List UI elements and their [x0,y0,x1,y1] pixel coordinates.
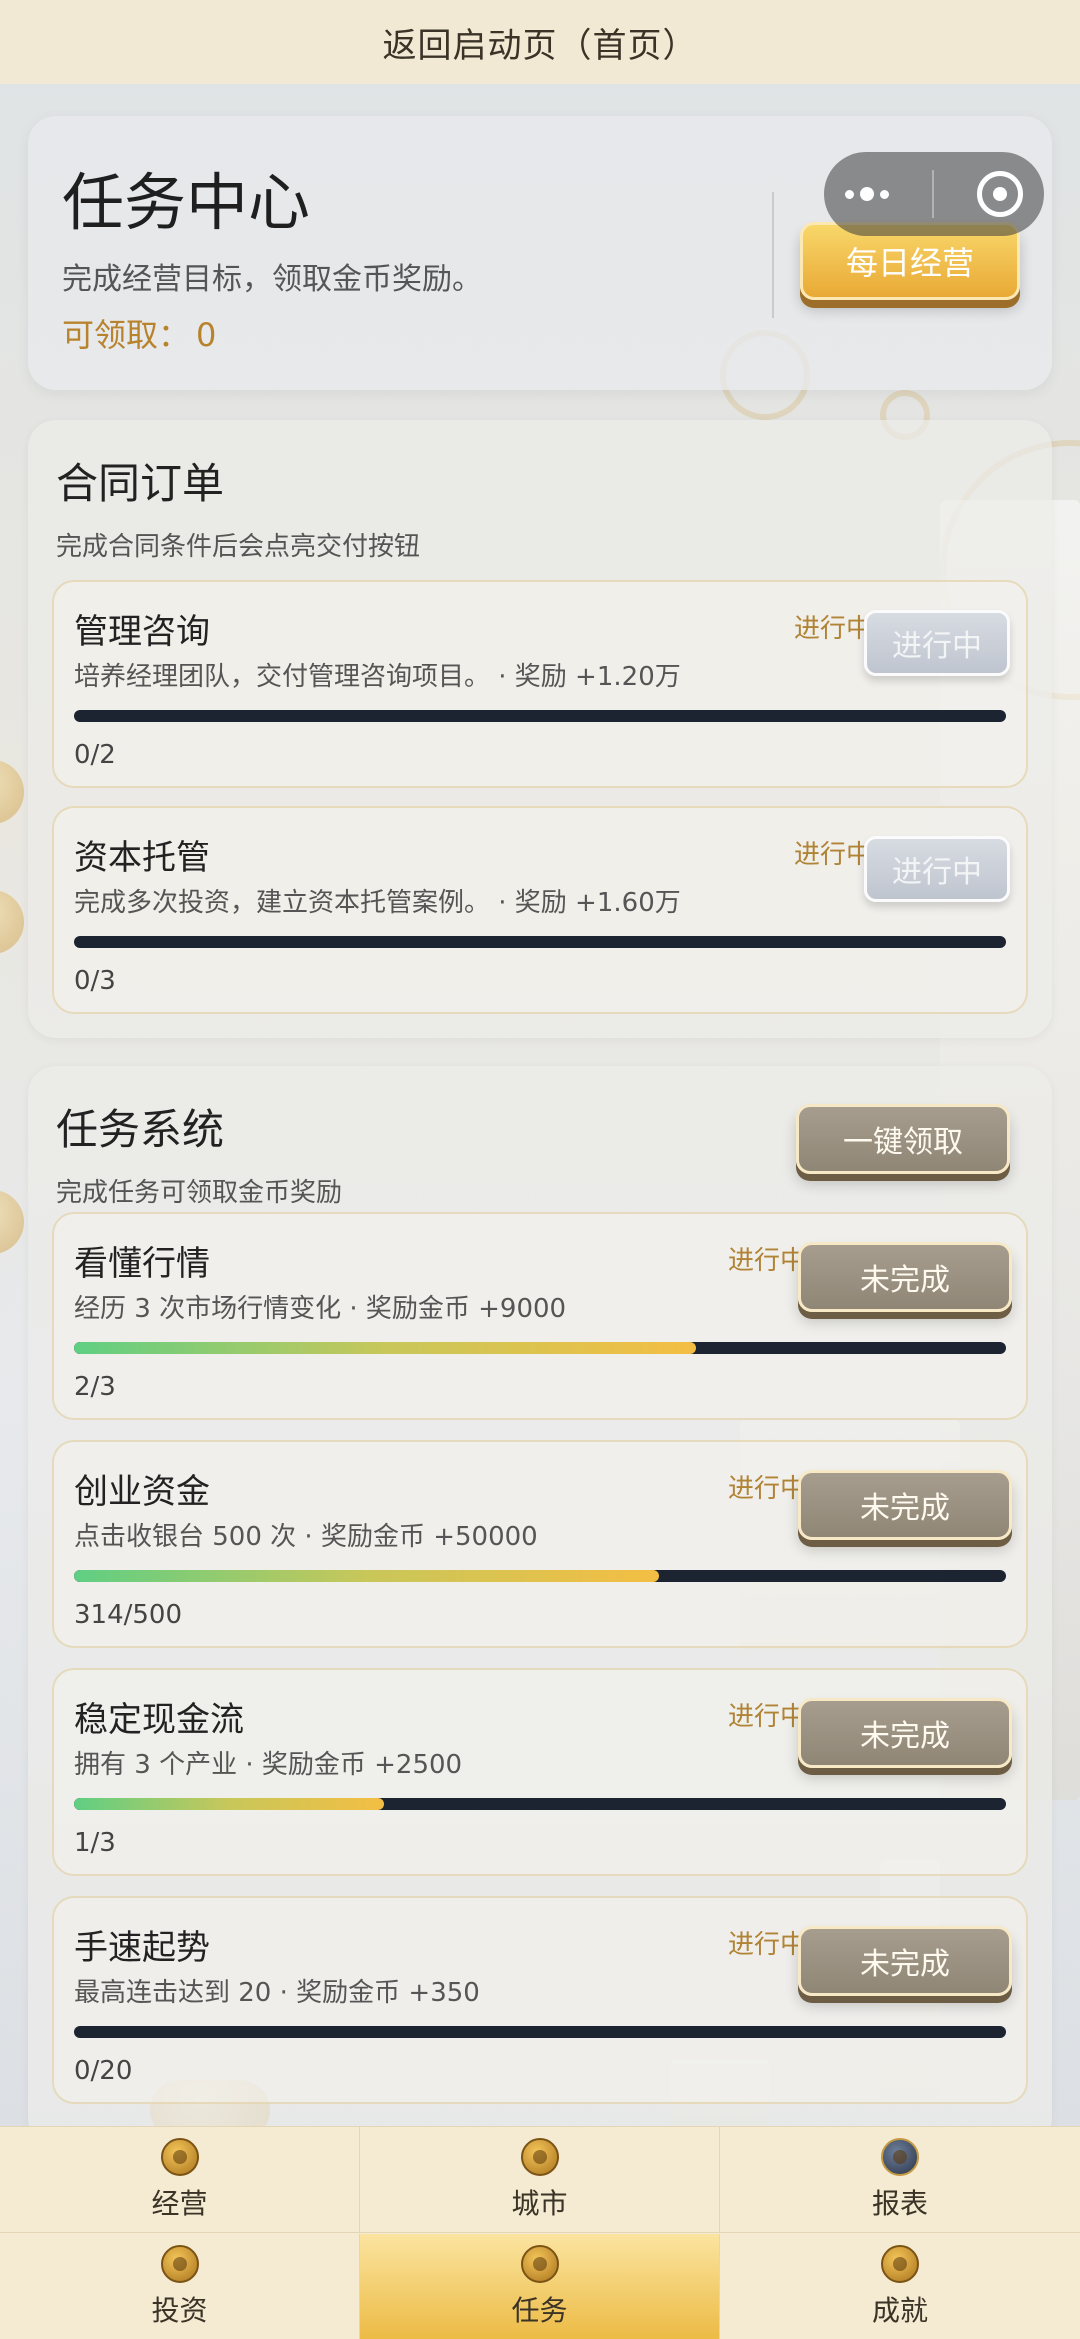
tab-label: 任务 [511,2293,568,2327]
task-icon [520,2244,559,2283]
task-claim-button[interactable]: 未完成 [798,1242,1012,1312]
claimable-label: 可领取： [62,316,191,354]
task-card: 手速起势 最高连击达到 20 · 奖励金币 +350 进行中 未完成 0/20 [52,1896,1028,2104]
contracts-section: 合同订单 完成合同条件后会点亮交付按钮 管理咨询 培养经理团队，交付管理咨询项目… [28,420,1052,1038]
tab-label: 经营 [151,2186,208,2220]
contract-progress-bar [74,936,1006,948]
task-claim-button[interactable]: 未完成 [798,1926,1012,1996]
more-icon[interactable] [845,187,890,201]
contract-status: 进行中 [794,840,873,870]
tasks-subtitle: 完成任务可领取金币奖励 [56,1178,343,1208]
task-claim-button[interactable]: 未完成 [798,1470,1012,1540]
close-miniprogram-icon[interactable] [976,171,1023,217]
contract-title: 资本托管 [74,838,210,878]
task-title: 创业资金 [74,1472,210,1512]
bottom-tab-bar: 经营 城市 报表 投资 任务 成就 [0,2126,1080,2339]
task-count: 1/3 [74,1828,116,1858]
tab-label: 城市 [511,2186,568,2220]
task-desc: 拥有 3 个产业 · 奖励金币 +2500 [74,1750,463,1780]
contract-desc: 培养经理团队，交付管理咨询项目。 · 奖励 +1.20万 [74,662,681,692]
city-icon [520,2137,559,2176]
page-subtitle: 完成经营目标，领取金币奖励。 [62,262,482,297]
tab-city[interactable]: 城市 [360,2127,720,2233]
progress-fill [74,1570,660,1582]
task-count: 0/20 [74,2056,133,2086]
task-progress-bar [74,2026,1006,2038]
page-title: 任务中心 [62,166,311,239]
task-status: 进行中 [728,1246,807,1276]
progress-fill [74,1342,696,1354]
task-card: 看懂行情 经历 3 次市场行情变化 · 奖励金币 +9000 进行中 未完成 2… [52,1212,1028,1420]
invest-icon [160,2244,199,2283]
task-title: 手速起势 [74,1928,210,1968]
top-nav-title: 返回启动页（首页） [382,25,698,66]
tab-task[interactable]: 任务 [360,2234,720,2339]
tab-business[interactable]: 经营 [0,2127,360,2233]
contract-card: 管理咨询 培养经理团队，交付管理咨询项目。 · 奖励 +1.20万 进行中 进行… [52,580,1028,788]
contract-desc: 完成多次投资，建立资本托管案例。 · 奖励 +1.60万 [74,888,681,918]
contract-card: 资本托管 完成多次投资，建立资本托管案例。 · 奖励 +1.60万 进行中 进行… [52,806,1028,1014]
claimable-count: 可领取： 0 [62,310,216,356]
tab-invest[interactable]: 投资 [0,2234,360,2339]
contract-progress-bar [74,710,1006,722]
task-count: 2/3 [74,1372,116,1402]
task-desc: 经历 3 次市场行情变化 · 奖励金币 +9000 [74,1294,567,1324]
tab-label: 投资 [151,2293,208,2327]
tab-report[interactable]: 报表 [720,2127,1080,2233]
contract-status: 进行中 [794,614,873,644]
task-title: 看懂行情 [74,1244,210,1284]
task-progress-bar [74,1570,1006,1582]
back-to-home-link[interactable]: 返回启动页（首页） [0,0,1080,84]
achievement-icon [881,2244,919,2283]
tab-label: 成就 [871,2293,928,2327]
business-icon [160,2137,199,2176]
contract-count: 0/2 [74,740,116,770]
tasks-section: 任务系统 完成任务可领取金币奖励 一键领取 看懂行情 经历 3 次市场行情变化 … [28,1066,1052,2146]
task-progress-bar [74,1798,1006,1810]
tab-achievement[interactable]: 成就 [720,2234,1080,2339]
task-status: 进行中 [728,1702,807,1732]
progress-fill [74,1798,385,1810]
task-count: 314/500 [74,1600,183,1630]
task-desc: 最高连击达到 20 · 奖励金币 +350 [74,1978,480,2008]
contract-count: 0/3 [74,966,116,996]
claimable-value: 0 [196,316,217,354]
claim-all-button[interactable]: 一键领取 [796,1104,1010,1174]
task-status: 进行中 [728,1930,807,1960]
divider [772,192,774,318]
miniprogram-capsule [824,152,1044,236]
tasks-title: 任务系统 [56,1105,225,1154]
task-card: 创业资金 点击收银台 500 次 · 奖励金币 +50000 进行中 未完成 3… [52,1440,1028,1648]
task-desc: 点击收银台 500 次 · 奖励金币 +50000 [74,1522,538,1552]
contract-title: 管理咨询 [74,612,210,652]
task-status: 进行中 [728,1474,807,1504]
contracts-title: 合同订单 [56,459,225,508]
contracts-subtitle: 完成合同条件后会点亮交付按钮 [56,532,421,562]
task-claim-button[interactable]: 未完成 [798,1698,1012,1768]
task-progress-bar [74,1342,1006,1354]
report-icon [881,2137,919,2176]
capsule-divider [931,170,934,218]
deliver-button[interactable]: 进行中 [864,836,1010,902]
task-card: 稳定现金流 拥有 3 个产业 · 奖励金币 +2500 进行中 未完成 1/3 [52,1668,1028,1876]
deliver-button[interactable]: 进行中 [864,610,1010,676]
tab-label: 报表 [871,2186,928,2220]
task-title: 稳定现金流 [74,1700,244,1740]
